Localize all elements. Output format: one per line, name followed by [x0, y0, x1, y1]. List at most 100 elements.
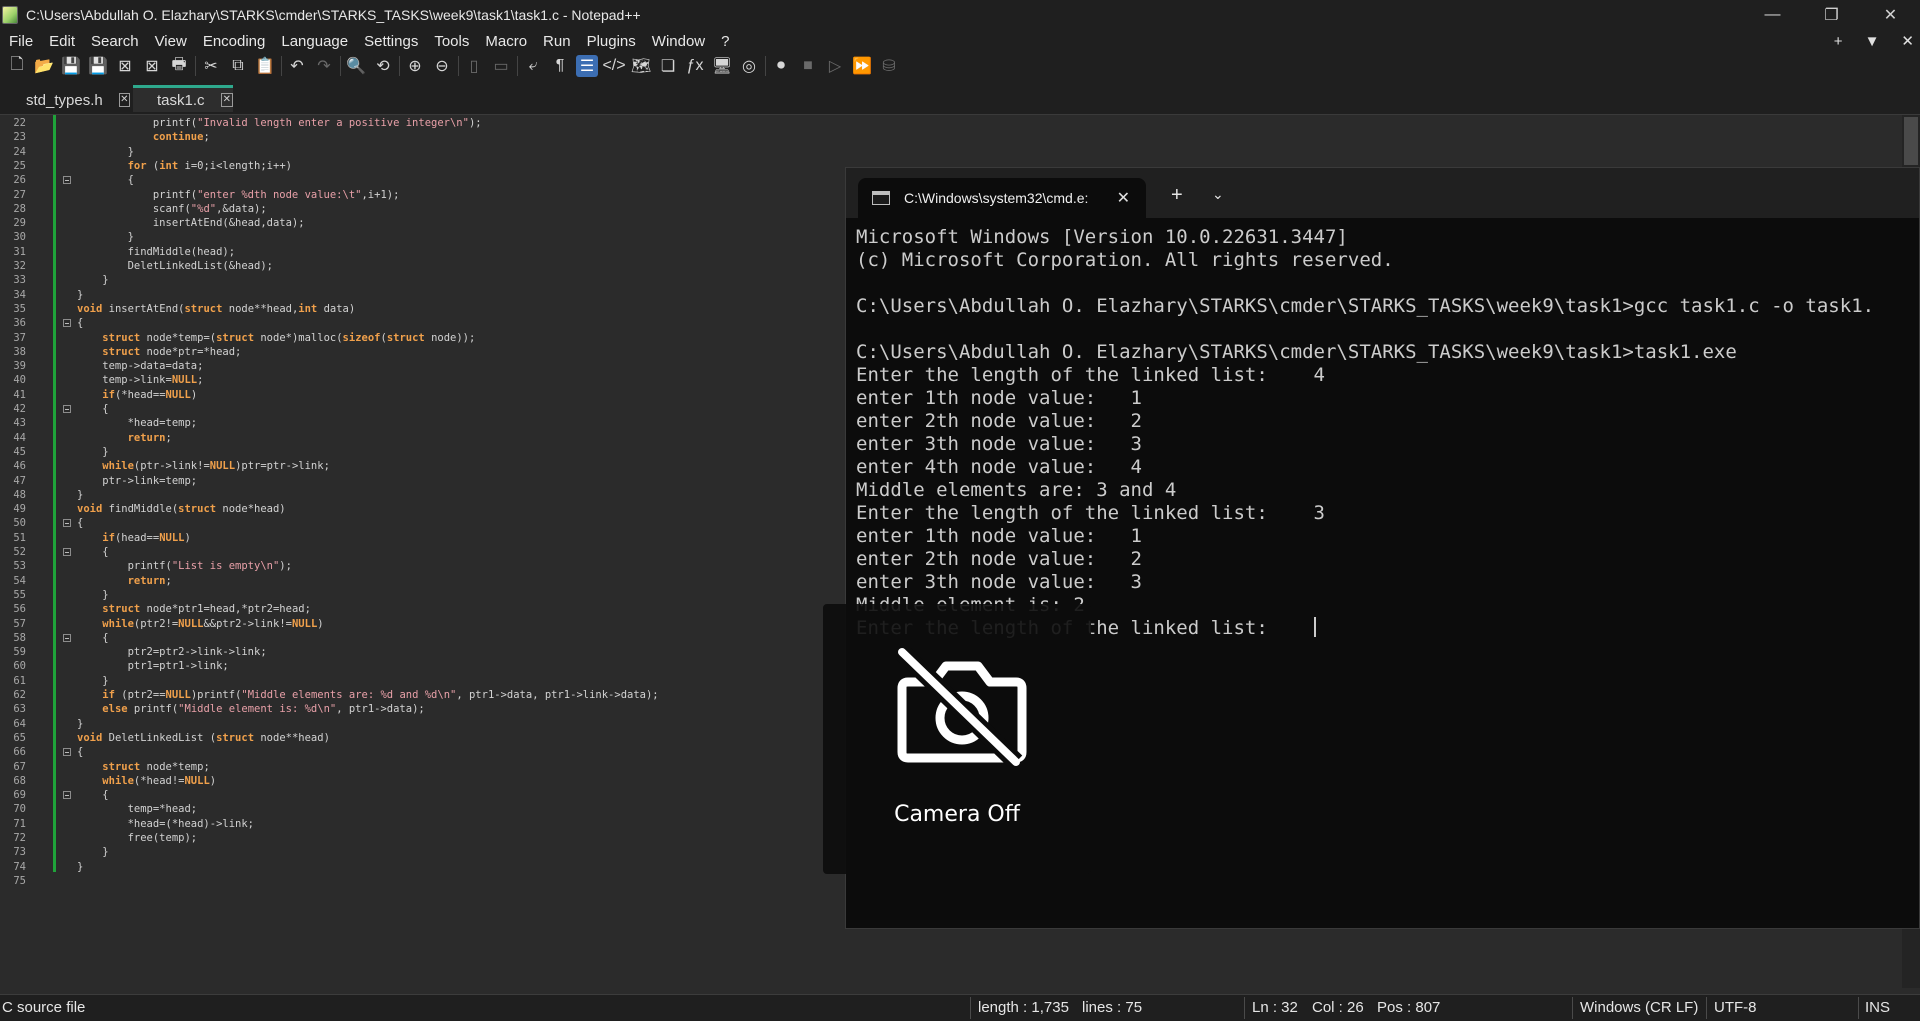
new-file-icon[interactable]: 🗋: [6, 55, 28, 77]
close-terminal-tab-icon[interactable]: ✕: [1117, 188, 1130, 208]
monitoring-icon[interactable]: ◎: [738, 55, 760, 77]
xml-tag-icon[interactable]: </>: [602, 55, 625, 77]
terminal-tab-cmd[interactable]: C:\Windows\system32\cmd.e: ✕: [858, 178, 1146, 218]
code-line[interactable]: if(*head==NULL): [77, 388, 197, 402]
run-macro-multiple-icon[interactable]: ⏩: [851, 55, 873, 77]
code-line[interactable]: DeletLinkedList(&head);: [77, 259, 273, 273]
sync-vertical-icon[interactable]: ▯: [463, 55, 485, 77]
code-line[interactable]: temp=*head;: [77, 802, 198, 816]
insert-mode-label[interactable]: INS: [1865, 995, 1890, 1021]
code-line[interactable]: {: [77, 173, 134, 187]
tab-std-types-h[interactable]: std_types.h ✕: [0, 88, 130, 112]
code-line[interactable]: ptr2=ptr2->link->link;: [77, 645, 267, 659]
code-line[interactable]: }: [77, 288, 83, 302]
code-line[interactable]: }: [77, 230, 134, 244]
close-tab-icon[interactable]: ✕: [220, 93, 233, 107]
cut-icon[interactable]: ✂: [200, 55, 222, 77]
terminal-output[interactable]: Microsoft Windows [Version 10.0.22631.34…: [856, 226, 1919, 640]
code-line[interactable]: printf("Invalid length enter a positive …: [77, 116, 482, 130]
menu-help[interactable]: ?: [713, 33, 737, 50]
copy-icon[interactable]: ⧉: [227, 55, 249, 77]
menu-plugins[interactable]: Plugins: [579, 33, 644, 50]
code-line[interactable]: {: [77, 631, 108, 645]
code-line[interactable]: {: [77, 745, 83, 759]
code-line[interactable]: }: [77, 845, 108, 859]
new-tab-plus-button[interactable]: +: [1834, 33, 1843, 50]
code-line[interactable]: while(*head!=NULL): [77, 774, 216, 788]
code-line[interactable]: if (ptr2==NULL)printf("Middle elements a…: [77, 688, 658, 702]
tab-list-dropdown-button[interactable]: ▼: [1865, 33, 1880, 50]
folder-workspace-icon[interactable]: 🖥: [711, 55, 733, 77]
word-wrap-icon[interactable]: ⤶: [522, 55, 544, 77]
play-macro-icon[interactable]: ▷: [824, 55, 846, 77]
code-line[interactable]: *head=temp;: [77, 416, 198, 430]
code-line[interactable]: while(ptr->link!=NULL)ptr=ptr->link;: [77, 459, 330, 473]
document-map-icon[interactable]: 🗺: [630, 55, 652, 77]
code-line[interactable]: }: [77, 717, 83, 731]
code-line[interactable]: temp->data=data;: [77, 359, 203, 373]
fold-marker-icon[interactable]: [63, 791, 71, 800]
paste-icon[interactable]: 📋: [254, 55, 276, 77]
encoding-label[interactable]: UTF-8: [1714, 995, 1757, 1021]
save-all-icon[interactable]: 💾: [87, 55, 109, 77]
print-icon[interactable]: 🖶: [168, 55, 190, 77]
code-line[interactable]: }: [77, 588, 108, 602]
close-window-button[interactable]: ✕: [1861, 0, 1920, 30]
open-file-icon[interactable]: 📂: [33, 55, 55, 77]
code-line[interactable]: }: [77, 273, 108, 287]
menu-edit[interactable]: Edit: [41, 33, 83, 50]
terminal-profile-dropdown-button[interactable]: ⌄: [1212, 186, 1224, 203]
code-line[interactable]: {: [77, 545, 108, 559]
menu-language[interactable]: Language: [273, 33, 356, 50]
menu-search[interactable]: Search: [83, 33, 147, 50]
code-line[interactable]: temp->link=NULL;: [77, 373, 203, 387]
code-line[interactable]: for (int i=0;i<length;i++): [77, 159, 292, 173]
menu-file[interactable]: File: [0, 33, 41, 50]
code-line[interactable]: if(head==NULL): [77, 531, 191, 545]
close-all-icon[interactable]: ⊠: [141, 55, 163, 77]
undo-icon[interactable]: ↶: [286, 55, 308, 77]
code-line[interactable]: ptr1=ptr1->link;: [77, 659, 229, 673]
code-line[interactable]: void DeletLinkedList (struct node**head): [77, 731, 330, 745]
code-line[interactable]: {: [77, 316, 83, 330]
function-list-icon[interactable]: ƒx: [684, 55, 706, 77]
find-icon[interactable]: 🔍: [345, 55, 367, 77]
code-line[interactable]: printf("enter %dth node value:\t",i+1);: [77, 188, 400, 202]
code-line[interactable]: return;: [77, 431, 172, 445]
menu-encoding[interactable]: Encoding: [195, 33, 274, 50]
code-line[interactable]: struct node*temp=(struct node*)malloc(si…: [77, 331, 475, 345]
code-line[interactable]: }: [77, 860, 83, 874]
close-icon[interactable]: ⊠: [114, 55, 136, 77]
menu-run[interactable]: Run: [535, 33, 579, 50]
stop-macro-icon[interactable]: ■: [797, 55, 819, 77]
sync-horizontal-icon[interactable]: ▭: [490, 55, 512, 77]
code-line[interactable]: ptr->link=temp;: [77, 474, 197, 488]
fold-marker-icon[interactable]: [63, 176, 71, 185]
record-macro-icon[interactable]: ⏺: [770, 55, 792, 77]
code-line[interactable]: return;: [77, 574, 172, 588]
code-line[interactable]: insertAtEnd(&head,data);: [77, 216, 305, 230]
menu-macro[interactable]: Macro: [477, 33, 535, 50]
show-all-chars-icon[interactable]: ¶: [549, 55, 571, 77]
minimize-button[interactable]: —: [1743, 0, 1802, 30]
menu-window[interactable]: Window: [644, 33, 713, 50]
code-line[interactable]: }: [77, 488, 83, 502]
code-line[interactable]: continue;: [77, 130, 210, 144]
code-line[interactable]: struct node*ptr=*head;: [77, 345, 241, 359]
close-document-button[interactable]: ✕: [1901, 32, 1914, 50]
menu-view[interactable]: View: [147, 33, 195, 50]
redo-icon[interactable]: ↷: [313, 55, 335, 77]
zoom-out-icon[interactable]: ⊖: [431, 55, 453, 77]
eol-format[interactable]: Windows (CR LF): [1580, 995, 1698, 1021]
code-line[interactable]: struct node*ptr1=head,*ptr2=head;: [77, 602, 311, 616]
code-line[interactable]: free(temp);: [77, 831, 198, 845]
fold-marker-icon[interactable]: [63, 748, 71, 757]
fold-marker-icon[interactable]: [63, 405, 71, 413]
new-terminal-tab-button[interactable]: +: [1171, 184, 1183, 207]
code-line[interactable]: void findMiddle(struct node*head): [77, 502, 286, 516]
save-icon[interactable]: 💾: [60, 55, 82, 77]
close-tab-icon[interactable]: ✕: [118, 93, 130, 107]
scrollbar-thumb[interactable]: [1904, 117, 1918, 165]
fold-marker-icon[interactable]: [63, 319, 71, 328]
code-line[interactable]: printf("List is empty\n");: [77, 559, 292, 573]
